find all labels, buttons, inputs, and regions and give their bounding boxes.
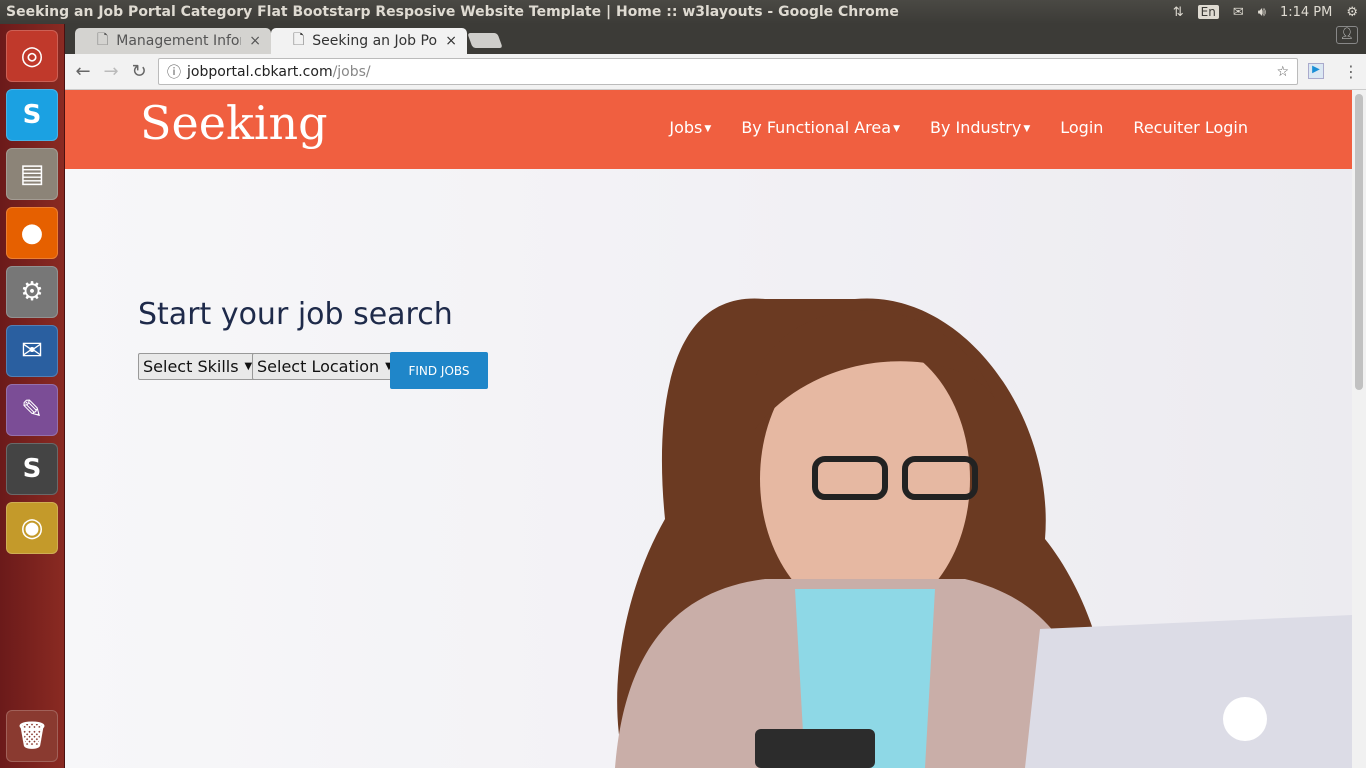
hero-section: Start your job search Select Skills ▼ Sel… (65, 169, 1352, 768)
power-icon[interactable]: ⚙ (1346, 5, 1358, 20)
system-tray: ⇅ En ✉ 🔊︎ 1:14 PM ⚙ (1173, 0, 1358, 24)
ubuntu-icon[interactable]: ◎ (6, 30, 58, 82)
forward-icon[interactable]: → (97, 61, 125, 82)
address-bar[interactable]: ⓘ jobportal.cbkart.com/jobs/ ☆ (158, 58, 1298, 85)
files-icon[interactable]: ▤ (6, 148, 58, 200)
chrome-icon[interactable]: ◉ (6, 502, 58, 554)
mail-icon[interactable]: ✉ (1233, 5, 1244, 20)
find-jobs-button[interactable]: FIND JOBS (390, 352, 488, 389)
profile-icon[interactable]: 👤︎ (1336, 26, 1358, 44)
close-icon[interactable]: × (445, 33, 457, 49)
tab-seeking[interactable]: 🗋 Seeking an Job Port × (271, 28, 467, 54)
thunderbird-icon[interactable]: ✉ (6, 325, 58, 377)
trash-icon[interactable]: 🗑︎ (6, 710, 58, 762)
keyboard-layout[interactable]: En (1197, 5, 1219, 19)
page-icon: 🗋 (293, 32, 305, 48)
tab-strip: 🗋 Management Inform × 🗋 Seeking an Job Port… (65, 24, 1366, 54)
settings-icon[interactable]: ⚙ (6, 266, 58, 318)
hero-photo (615, 298, 1352, 768)
page-icon: 🗋 (97, 32, 109, 48)
info-icon[interactable]: ⓘ (167, 62, 181, 82)
hero-heading: Start your job search (138, 297, 453, 332)
web-page: Seeking Jobs ▼ By Functional Area ▼ By Ind… (65, 90, 1352, 768)
scrollbar-thumb[interactable] (1355, 94, 1363, 390)
tab-label: Management Inform (116, 33, 241, 49)
url-host: jobportal.cbkart.com (187, 63, 333, 80)
bookmark-star-icon[interactable]: ☆ (1276, 64, 1289, 80)
menu-icon[interactable]: ⋮ (1343, 62, 1359, 81)
volume-icon[interactable]: 🔊︎ (1258, 5, 1266, 20)
skype-icon[interactable]: S (6, 89, 58, 141)
pidgin-icon[interactable]: ✎ (6, 384, 58, 436)
new-tab-button[interactable] (467, 33, 503, 48)
network-icon[interactable]: ⇅ (1173, 5, 1184, 20)
url-path: /jobs/ (332, 63, 371, 80)
nav-login[interactable]: Login (1060, 118, 1103, 137)
launcher: ◎ S ▤ ● ⚙ ✉ ✎ S ◉ 🗑︎ (0, 24, 65, 768)
vertical-scrollbar[interactable] (1352, 90, 1366, 768)
site-logo[interactable]: Seeking (140, 96, 328, 150)
tab-label: Seeking an Job Port (312, 33, 438, 49)
tab-management[interactable]: 🗋 Management Inform × (75, 28, 271, 54)
skills-select[interactable]: Select Skills ▼ (138, 353, 258, 380)
firefox-icon[interactable]: ● (6, 207, 58, 259)
extension-icon[interactable]: ▶ (1308, 63, 1324, 79)
close-icon[interactable]: × (249, 33, 261, 49)
window-title: Seeking an Job Portal Category Flat Boot… (6, 4, 899, 20)
nav-functional-area[interactable]: By Functional Area ▼ (741, 118, 900, 137)
sublime-icon[interactable]: S (6, 443, 58, 495)
site-nav: Jobs ▼ By Functional Area ▼ By Industry ▼ L… (669, 118, 1248, 137)
nav-jobs[interactable]: Jobs ▼ (669, 118, 711, 137)
reload-icon[interactable]: ↻ (125, 61, 153, 82)
window-title-bar: Seeking an Job Portal Category Flat Boot… (0, 0, 1366, 24)
location-select[interactable]: Select Location ▼ (252, 353, 398, 380)
browser-toolbar: ← → ↻ ⓘ jobportal.cbkart.com/jobs/ ☆ ▶ ⋮ (65, 54, 1366, 90)
nav-industry[interactable]: By Industry ▼ (930, 118, 1030, 137)
back-icon[interactable]: ← (69, 61, 97, 82)
site-header: Seeking Jobs ▼ By Functional Area ▼ By Ind… (65, 90, 1352, 169)
clock[interactable]: 1:14 PM (1280, 5, 1332, 20)
nav-recruiter-login[interactable]: Recuiter Login (1133, 118, 1248, 137)
